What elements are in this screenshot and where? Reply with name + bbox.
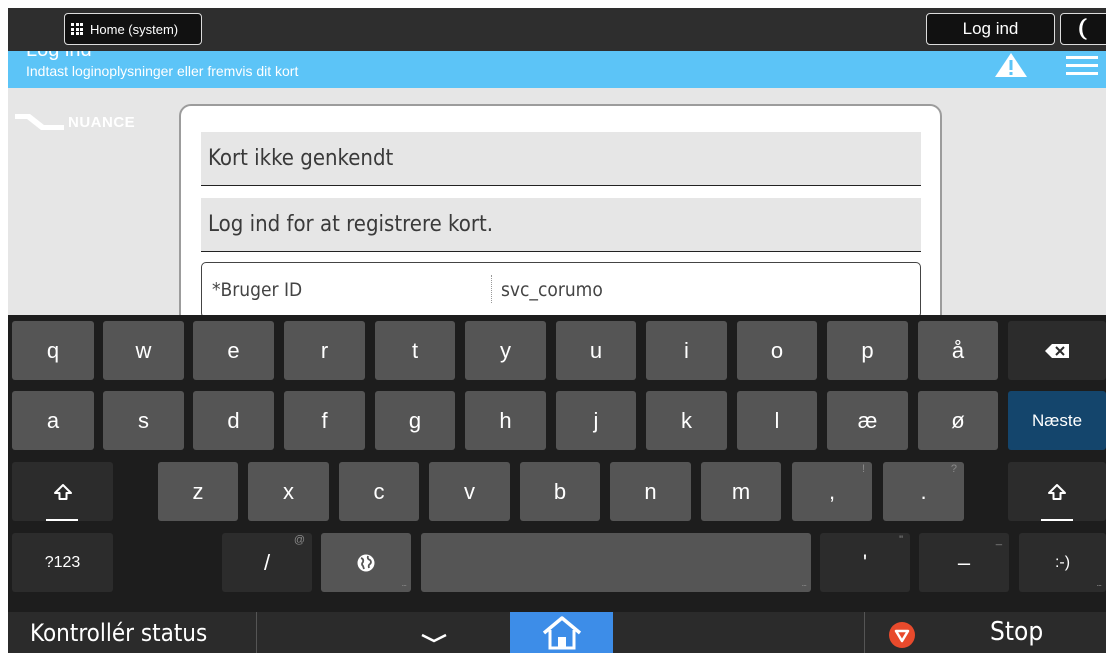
on-screen-keyboard: q w e r t y u i o p å a s d f g h j k l … bbox=[8, 315, 1106, 612]
key-aa[interactable]: å bbox=[918, 321, 998, 380]
smiley-key[interactable]: :-) ... bbox=[1019, 533, 1106, 592]
shift-key-right[interactable] bbox=[1008, 462, 1106, 521]
language-key[interactable]: ... bbox=[321, 533, 411, 592]
login-content: NUANCE Kort ikke genkendt Log ind for at… bbox=[8, 88, 1106, 315]
login-panel: Kort ikke genkendt Log ind for at regist… bbox=[179, 104, 942, 315]
home-icon bbox=[542, 615, 581, 649]
key-o[interactable]: o bbox=[737, 321, 817, 380]
backspace-icon bbox=[1045, 343, 1069, 358]
key-dash-hint: _ bbox=[995, 534, 1002, 546]
key-comma-label: , bbox=[828, 478, 836, 504]
key-b[interactable]: b bbox=[520, 462, 600, 521]
hamburger-icon[interactable] bbox=[1066, 56, 1098, 76]
key-dots: ... bbox=[801, 578, 806, 588]
key-period[interactable]: . ? bbox=[883, 462, 964, 521]
shift-key-left[interactable] bbox=[12, 462, 113, 521]
space-key[interactable]: ... bbox=[421, 533, 811, 592]
key-m[interactable]: m bbox=[701, 462, 781, 521]
smiley-key-label: :-) bbox=[1054, 553, 1071, 571]
chevron-down-icon[interactable] bbox=[414, 624, 454, 648]
page-subtitle: Indtast loginoplysninger eller fremvis d… bbox=[26, 63, 299, 79]
moon-icon bbox=[1079, 18, 1087, 40]
key-k[interactable]: k bbox=[646, 391, 727, 450]
shift-indicator bbox=[46, 519, 78, 521]
key-h[interactable]: h bbox=[465, 391, 546, 450]
key-dash-label: – bbox=[957, 549, 971, 575]
nuance-logo: NUANCE bbox=[14, 113, 135, 131]
home-system-button[interactable]: Home (system) bbox=[64, 13, 202, 45]
login-button-label: Log ind bbox=[962, 19, 1019, 38]
key-slash-label: / bbox=[263, 549, 271, 575]
stop-button[interactable]: Stop bbox=[990, 617, 1043, 647]
key-a[interactable]: a bbox=[12, 391, 94, 450]
grid-icon bbox=[71, 23, 85, 35]
stop-icon[interactable] bbox=[888, 621, 916, 649]
key-apostrophe-label: ' bbox=[862, 549, 868, 575]
symbols-key[interactable]: ?123 bbox=[12, 533, 113, 592]
key-x[interactable]: x bbox=[248, 462, 329, 521]
warning-icon[interactable] bbox=[994, 52, 1028, 78]
key-apostrophe[interactable]: ' " bbox=[820, 533, 910, 592]
top-bar: Home (system) Log ind bbox=[8, 8, 1106, 51]
check-status-button[interactable]: Kontrollér status bbox=[8, 612, 257, 653]
key-q[interactable]: q bbox=[12, 321, 94, 380]
key-g[interactable]: g bbox=[375, 391, 455, 450]
key-j[interactable]: j bbox=[556, 391, 636, 450]
field-separator bbox=[491, 275, 492, 303]
key-p[interactable]: p bbox=[827, 321, 908, 380]
key-s[interactable]: s bbox=[103, 391, 184, 450]
globe-icon bbox=[357, 554, 375, 571]
card-not-recognized-message: Kort ikke genkendt bbox=[201, 132, 921, 186]
key-l[interactable]: l bbox=[737, 391, 817, 450]
page-title: Log ind bbox=[26, 51, 92, 62]
bottom-separator bbox=[864, 612, 865, 653]
key-dash[interactable]: – _ bbox=[919, 533, 1009, 592]
backspace-key[interactable] bbox=[1008, 321, 1106, 380]
shift-icon bbox=[53, 483, 72, 500]
key-f[interactable]: f bbox=[284, 391, 365, 450]
key-period-label: . bbox=[920, 478, 927, 504]
shift-indicator bbox=[1041, 519, 1073, 521]
next-key[interactable]: Næste bbox=[1008, 391, 1106, 450]
home-button[interactable] bbox=[510, 612, 613, 653]
user-id-input[interactable]: svc_corumo bbox=[501, 279, 603, 301]
key-ae[interactable]: æ bbox=[827, 391, 908, 450]
key-t[interactable]: t bbox=[375, 321, 455, 380]
key-v[interactable]: v bbox=[429, 462, 510, 521]
user-id-label: *Bruger ID bbox=[212, 279, 303, 301]
key-comma-hint: ! bbox=[861, 463, 865, 475]
key-slash-hint: @ bbox=[293, 534, 305, 546]
logo-text: NUANCE bbox=[68, 113, 136, 131]
login-button[interactable]: Log ind bbox=[926, 13, 1055, 45]
key-oe[interactable]: ø bbox=[918, 391, 998, 450]
home-system-label: Home (system) bbox=[90, 21, 179, 37]
key-r[interactable]: r bbox=[284, 321, 365, 380]
key-n[interactable]: n bbox=[610, 462, 691, 521]
shift-icon bbox=[1048, 483, 1066, 500]
device-screen: Home (system) Log ind Log ind Indtast lo… bbox=[8, 8, 1106, 653]
key-u[interactable]: u bbox=[556, 321, 636, 380]
screen-header: Log ind Indtast loginoplysninger eller f… bbox=[8, 51, 1106, 88]
key-y[interactable]: y bbox=[465, 321, 546, 380]
night-mode-button[interactable] bbox=[1060, 13, 1106, 45]
key-apostrophe-hint: " bbox=[899, 534, 903, 546]
check-status-label: Kontrollér status bbox=[30, 618, 208, 647]
key-e[interactable]: e bbox=[193, 321, 274, 380]
key-dots: ... bbox=[1096, 578, 1101, 588]
key-comma[interactable]: , ! bbox=[792, 462, 872, 521]
key-w[interactable]: w bbox=[103, 321, 184, 380]
key-d[interactable]: d bbox=[193, 391, 274, 450]
key-dots: ... bbox=[401, 578, 406, 588]
key-c[interactable]: c bbox=[339, 462, 419, 521]
key-i[interactable]: i bbox=[646, 321, 727, 380]
key-z[interactable]: z bbox=[158, 462, 238, 521]
key-slash[interactable]: / @ bbox=[222, 533, 312, 592]
nuance-mark-icon bbox=[15, 114, 64, 130]
register-card-message: Log ind for at registrere kort. bbox=[201, 198, 921, 252]
bottom-bar: Kontrollér status Stop bbox=[8, 612, 1106, 653]
key-period-hint: ? bbox=[950, 463, 957, 475]
user-id-field[interactable]: *Bruger ID svc_corumo bbox=[201, 262, 921, 315]
